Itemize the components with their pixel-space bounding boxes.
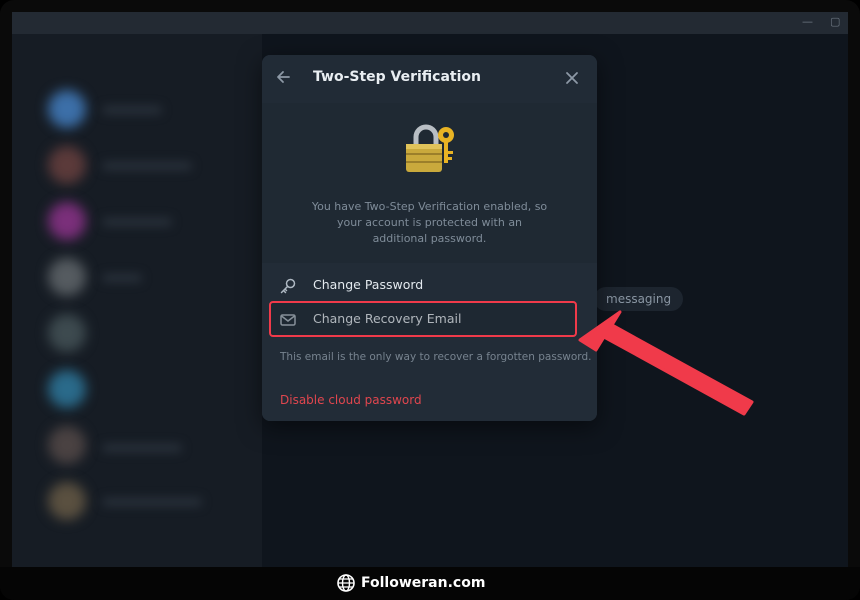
device-frame: — ▢ messaging Two-Step Verification You … [0,0,860,600]
app-window: — ▢ messaging Two-Step Verification You … [12,12,848,567]
annotation-arrow [578,310,754,416]
brand-text: Followeran.com [361,575,486,591]
globe-icon [337,574,355,592]
brand-watermark: Followeran.com [336,572,485,594]
watermark-footer: Followeran.com [0,567,860,600]
